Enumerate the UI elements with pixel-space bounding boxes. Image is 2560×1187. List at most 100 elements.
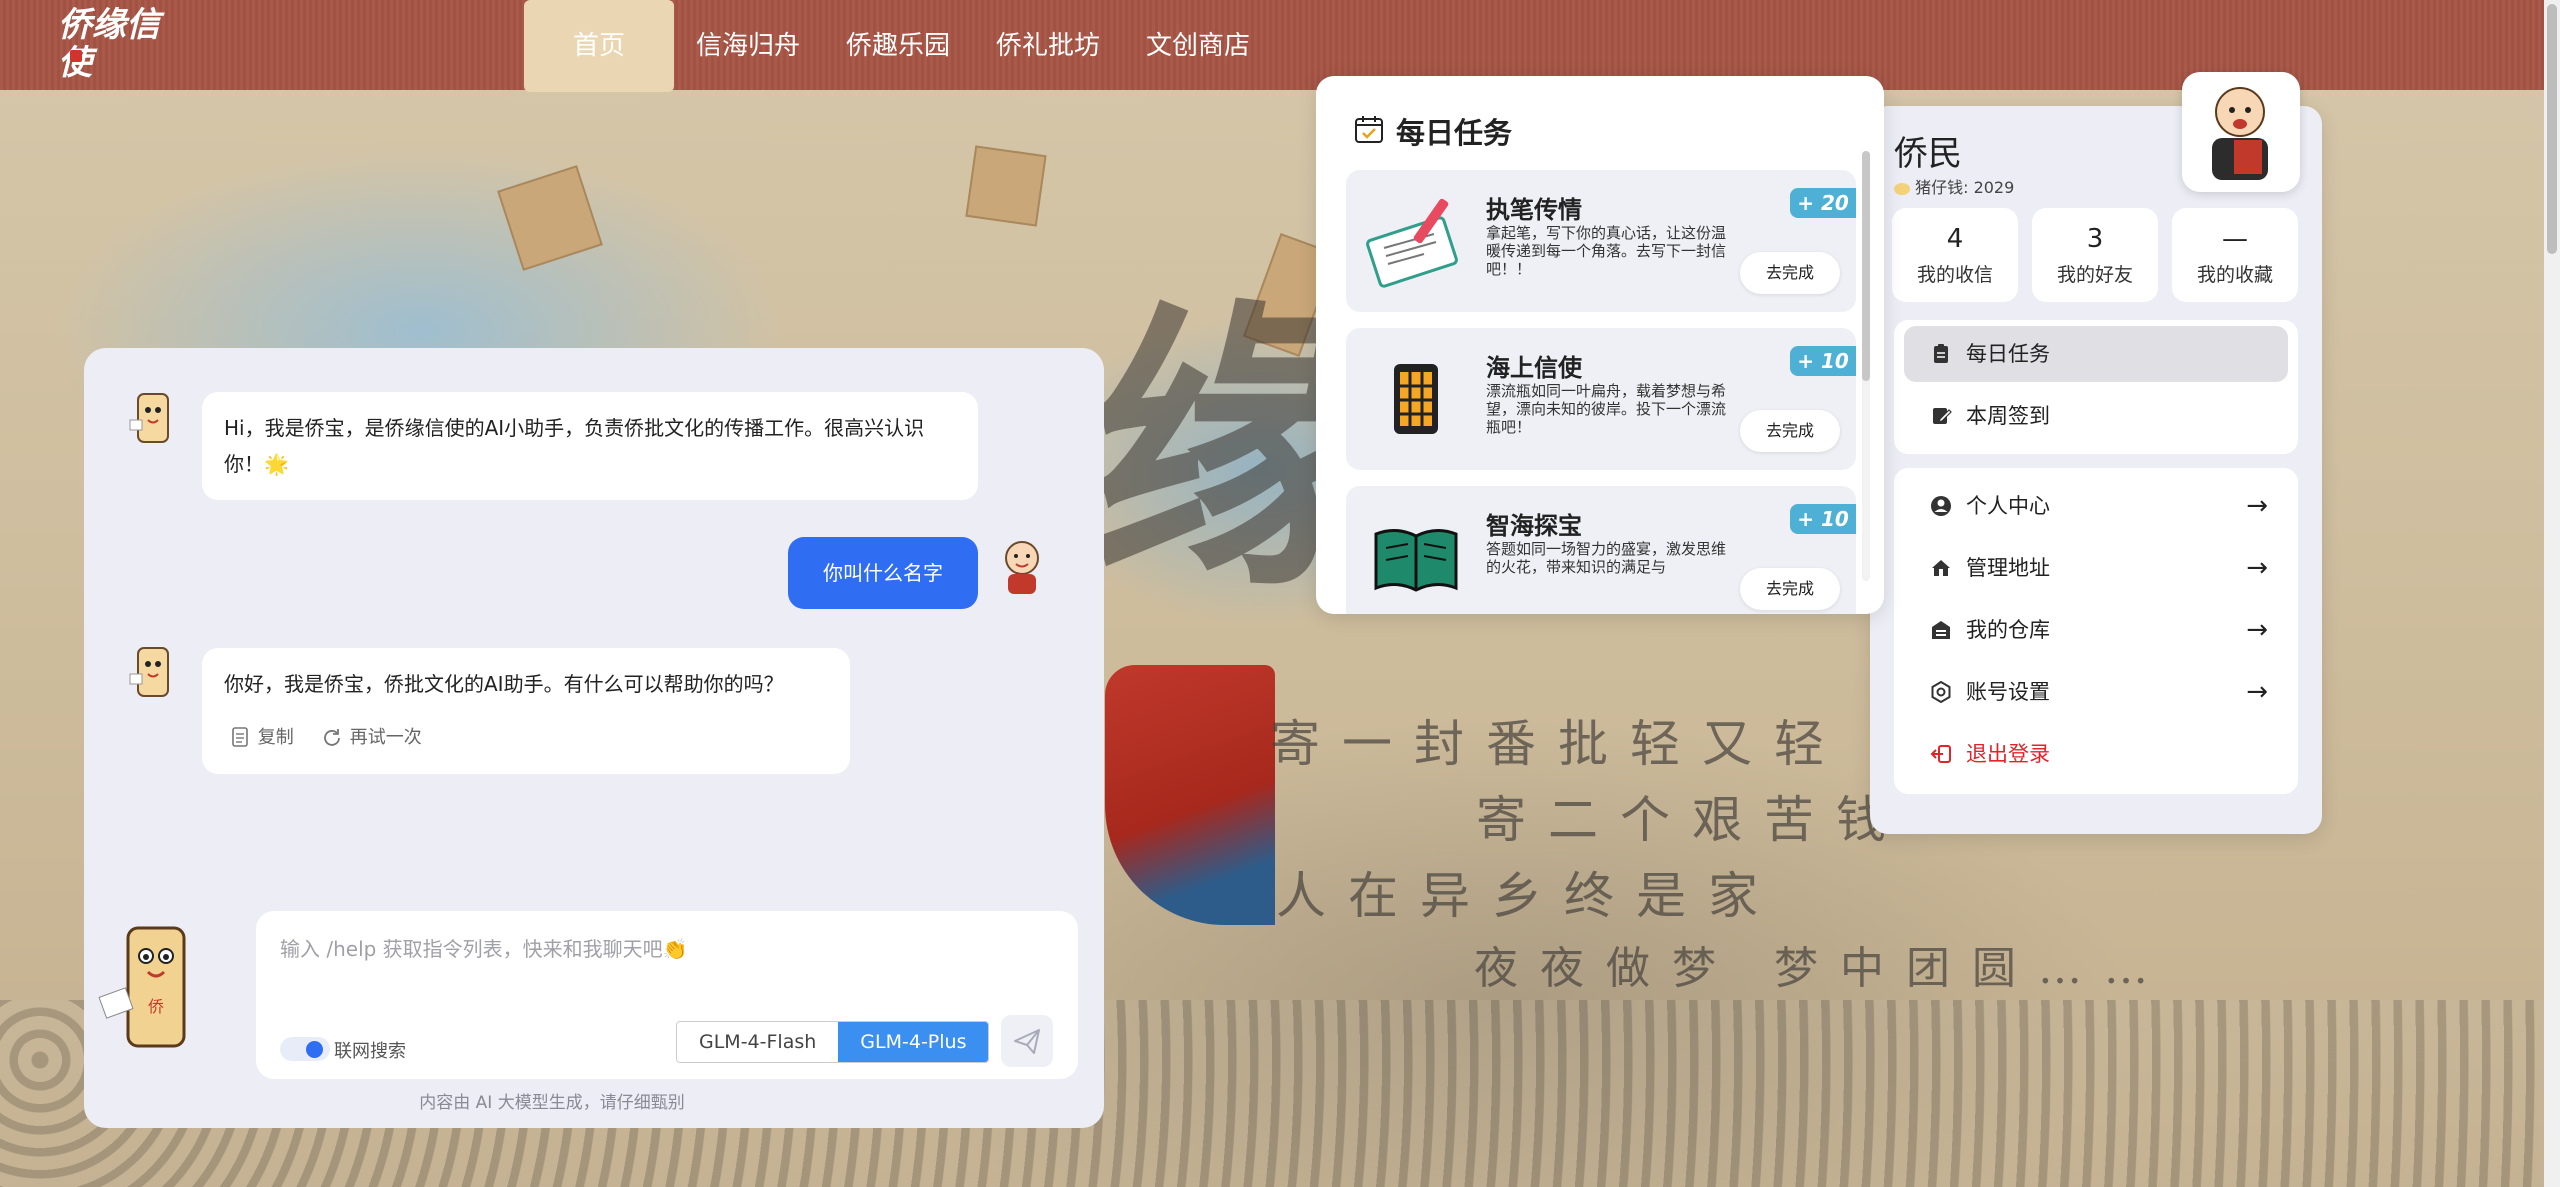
chat-input[interactable]: 输入 /help 获取指令列表，快来和我聊天吧👏 (280, 933, 688, 962)
retry-label: 再试一次 (349, 727, 422, 748)
user-circle-icon (1931, 496, 1951, 516)
stat-received-letters[interactable]: 4 我的收信 (1892, 208, 2018, 302)
daily-tasks-title: 每日任务 (1396, 116, 1513, 150)
mascot-icon: 侨 (98, 926, 186, 1048)
background-poem-line: 人在异乡终是家 (1276, 867, 1780, 925)
background-poem-line: 寄二个艰苦钱 (1476, 791, 1908, 849)
task-desc: 拿起笔，写下你的真心话，让这份温暖传递到每一个角落。去写下一封信吧！！ (1486, 224, 1727, 278)
task-name: 执笔传情 (1486, 196, 1582, 224)
user-avatar-icon (1005, 541, 1039, 594)
daily-tasks-card: 每日任务 执笔传情 拿起笔，写下你的真心话，让这份温暖传递到每一个角落。去写下一… (1316, 76, 1884, 614)
stat-value: 4 (1946, 224, 1964, 254)
bottle-icon (1394, 364, 1438, 434)
task-desc: 答题如同一场智力的盛宴，激发思维的火花，带来知识的满足与 (1486, 540, 1727, 576)
task-card: 智海探宝 答题如同一场智力的盛宴，激发思维的火花，带来知识的满足与 + 10 去… (1346, 486, 1856, 614)
task-go-button[interactable]: 去完成 (1740, 252, 1840, 294)
stat-friends[interactable]: 3 我的好友 (2032, 208, 2158, 302)
nav-letter-sea[interactable]: 信海归舟 (686, 0, 810, 90)
logo-text: 侨缘信使 (58, 5, 160, 83)
chat-input-box: 输入 /help 获取指令列表，快来和我聊天吧👏 联网搜索 GLM-4-Flas… (256, 911, 1078, 1079)
logout-button[interactable]: 退出登录 (1904, 726, 2288, 782)
scrollbar-thumb[interactable] (2547, 4, 2557, 254)
menu-label: 本周签到 (1966, 404, 2050, 428)
nav-fun-park[interactable]: 侨趣乐园 (836, 0, 960, 90)
menu-label: 我的仓库 (1966, 618, 2050, 642)
copy-button[interactable]: 复制 (230, 720, 294, 756)
calendar-check-icon (1355, 116, 1383, 143)
task-card: 海上信使 漂流瓶如同一叶扁舟，载着梦想与希望，漂向未知的彼岸。投下一个漂流瓶吧！… (1346, 328, 1856, 470)
menu-address[interactable]: 管理地址 → (1904, 540, 2288, 596)
task-points-badge: + 10 (1790, 504, 1856, 534)
background-poem-line: 夜夜做梦 梦中团圆…… (1474, 943, 2170, 994)
clipboard-icon (1934, 344, 1948, 363)
model-selector: GLM-4-Flash GLM-4-Plus (676, 1021, 990, 1063)
home-icon (1932, 560, 1950, 576)
menu-daily-tasks[interactable]: 每日任务 (1904, 326, 2288, 382)
arrow-right-icon: → (2246, 553, 2268, 583)
menu-label: 每日任务 (1966, 342, 2050, 366)
tasks-scrollbar-thumb[interactable] (1862, 151, 1870, 381)
app-logo[interactable]: 侨缘信使 (58, 6, 168, 86)
tasks-scrollbar[interactable] (1862, 151, 1870, 581)
user-avatar[interactable] (2182, 72, 2300, 192)
logout-icon (1930, 745, 1951, 763)
background-poem-line: 寄一封番批轻又轻 (1270, 715, 1846, 773)
task-go-button[interactable]: 去完成 (1740, 568, 1840, 610)
task-points-badge: + 20 (1790, 188, 1856, 218)
logout-label: 退出登录 (1966, 742, 2050, 766)
user-coins: 猪仔钱: 2029 (1894, 174, 2014, 198)
nav-home[interactable]: 首页 (524, 0, 674, 92)
menu-weekly-checkin[interactable]: 本周签到 (1904, 388, 2288, 444)
arrow-right-icon: → (2246, 677, 2268, 707)
send-icon (1014, 1029, 1040, 1054)
stat-label: 我的好友 (2056, 264, 2133, 286)
refresh-icon (324, 729, 340, 746)
menu-account-settings[interactable]: 账号设置 → (1904, 664, 2288, 720)
toggle-knob (306, 1041, 323, 1058)
stat-value: — (2222, 224, 2248, 254)
chat-message-bot: 你好，我是侨宝，侨批文化的AI助手。有什么可以帮助你的吗？ 复制 再试一次 (202, 648, 850, 774)
stat-label: 我的收信 (1916, 264, 1993, 286)
nav-gift-workshop[interactable]: 侨礼批坊 (986, 0, 1110, 90)
nav-creative-shop[interactable]: 文创商店 (1136, 0, 1260, 90)
bot-avatar-icon (129, 647, 169, 697)
chat-message-bot-text: 你好，我是侨宝，侨批文化的AI助手。有什么可以帮助你的吗？ (224, 672, 784, 696)
menu-warehouse[interactable]: 我的仓库 → (1904, 602, 2288, 658)
task-go-button[interactable]: 去完成 (1740, 410, 1840, 452)
book-icon (1374, 529, 1458, 592)
task-name: 智海探宝 (1486, 512, 1582, 540)
menu-profile[interactable]: 个人中心 → (1904, 478, 2288, 534)
menu-label: 账号设置 (1966, 680, 2050, 704)
task-card: 执笔传情 拿起笔，写下你的真心话，让这份温暖传递到每一个角落。去写下一封信吧！！… (1346, 170, 1856, 312)
retry-button[interactable]: 再试一次 (320, 720, 422, 756)
page-scrollbar[interactable] (2544, 0, 2560, 1187)
web-search-toggle[interactable] (280, 1037, 330, 1061)
avatar-icon (2212, 87, 2268, 180)
quick-menu: 每日任务 本周签到 (1894, 320, 2298, 454)
task-desc: 漂流瓶如同一叶扁舟，载着梦想与希望，漂向未知的彼岸。投下一个漂流瓶吧！ (1486, 382, 1727, 436)
stat-favorites[interactable]: — 我的收藏 (2172, 208, 2298, 302)
background-paper (965, 145, 1047, 227)
stat-label: 我的收藏 (2196, 264, 2273, 286)
pen-letter-icon (1366, 198, 1458, 288)
chat-message-user: 你叫什么名字 (788, 537, 978, 609)
model-option-plus[interactable]: GLM-4-Plus (838, 1022, 989, 1062)
task-name: 海上信使 (1486, 354, 1582, 382)
user-name: 侨民 (1894, 134, 1962, 174)
menu-label: 个人中心 (1966, 494, 2050, 518)
coins-label: 猪仔钱: 2029 (1915, 178, 2015, 197)
bot-avatar-icon (129, 393, 169, 443)
menu-label: 管理地址 (1966, 556, 2050, 580)
web-search-label: 联网搜索 (334, 1041, 406, 1062)
task-points-badge: + 10 (1790, 346, 1856, 376)
arrow-right-icon: → (2246, 491, 2268, 521)
send-button[interactable] (1001, 1015, 1053, 1067)
coin-icon (1894, 182, 1910, 195)
model-option-flash[interactable]: GLM-4-Flash (677, 1022, 839, 1062)
svg-text:侨: 侨 (148, 997, 164, 1016)
warehouse-icon (1932, 621, 1950, 639)
logo-seal (70, 50, 82, 62)
edit-note-icon (1933, 408, 1952, 424)
copy-icon (232, 727, 248, 747)
settings-icon (1931, 681, 1951, 703)
